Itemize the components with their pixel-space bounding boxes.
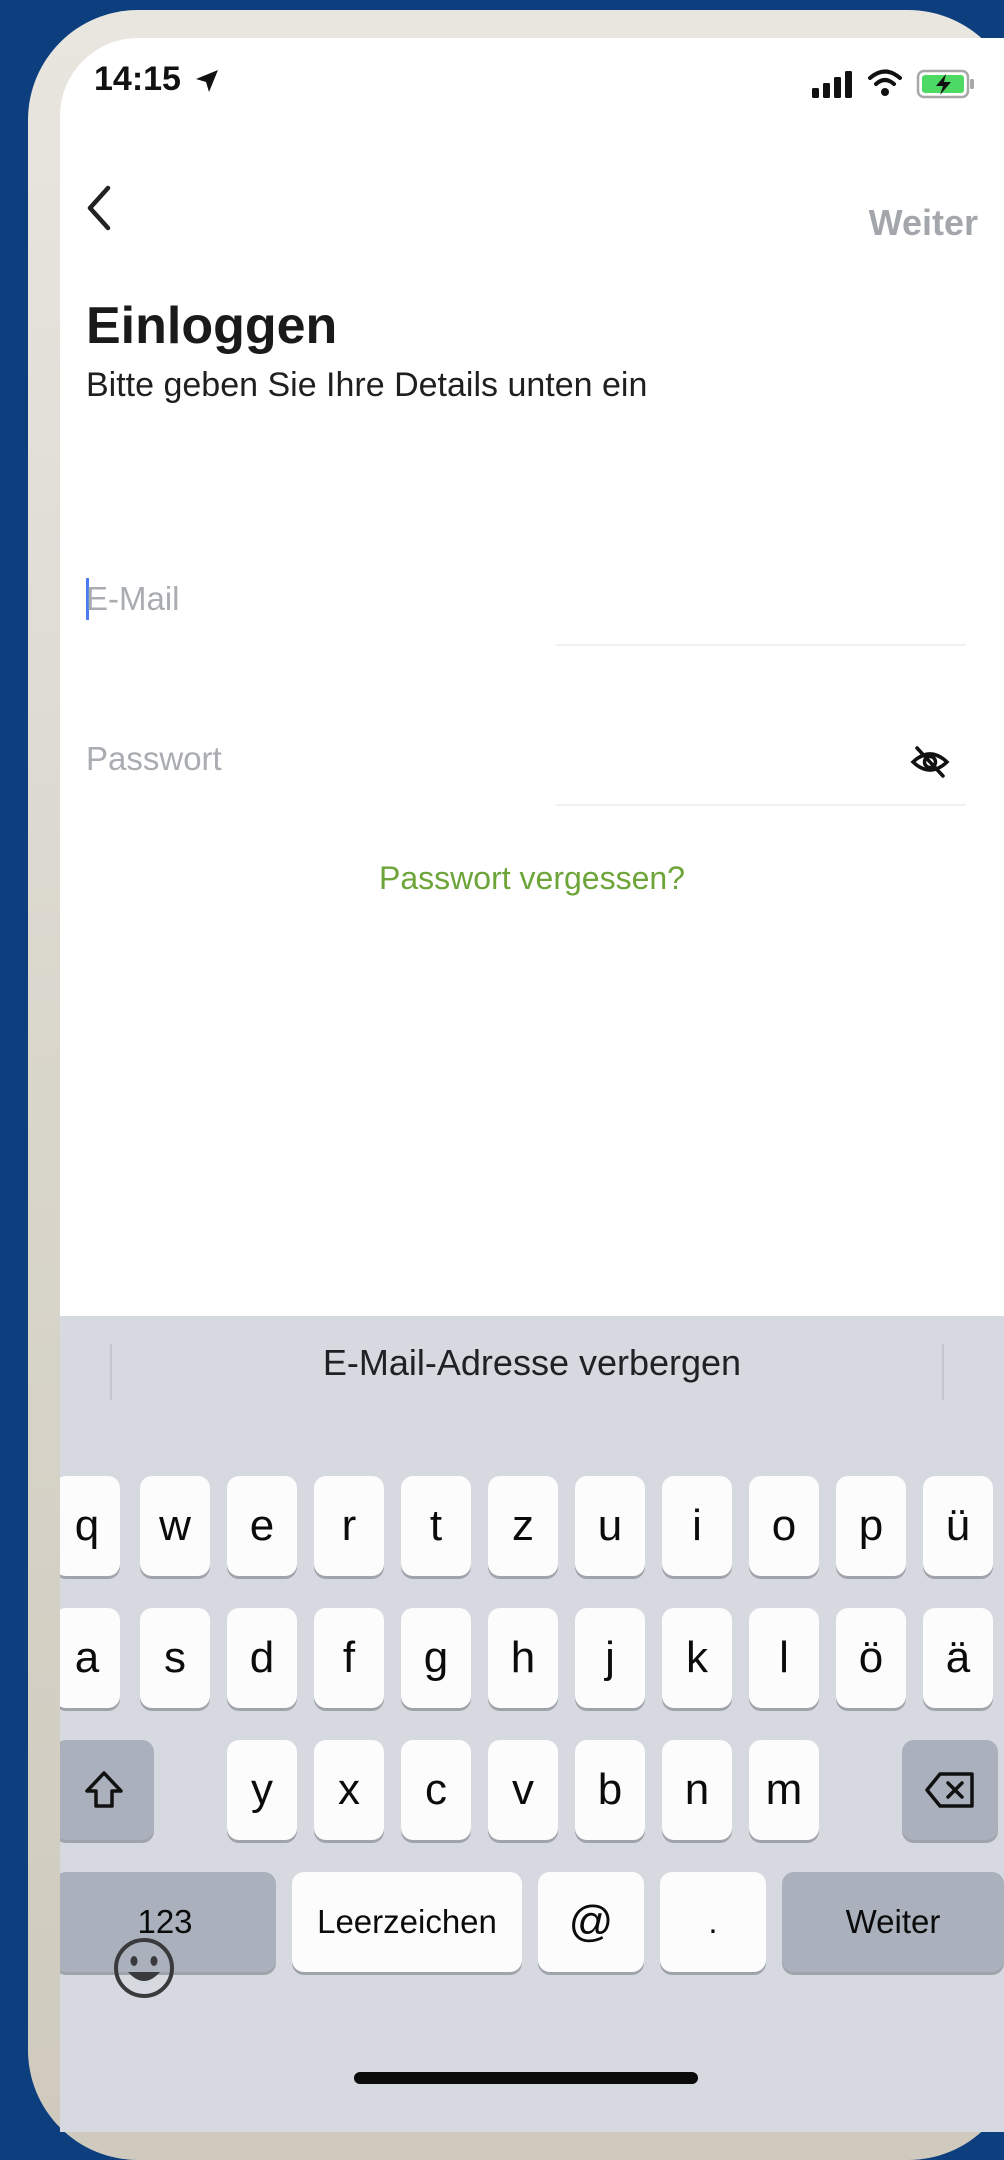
status-bar: 14:15 [60, 38, 1004, 128]
keyboard: E-Mail-Adresse verbergen q w e r t z u i… [60, 1316, 1004, 2132]
key-f[interactable]: f [314, 1608, 384, 1708]
key-d[interactable]: d [227, 1608, 297, 1708]
key-e[interactable]: e [227, 1476, 297, 1576]
delete-backspace-icon [925, 1772, 974, 1808]
key-i[interactable]: i [662, 1476, 732, 1576]
key-w[interactable]: w [140, 1476, 210, 1576]
key-g[interactable]: g [401, 1608, 471, 1708]
key-q[interactable]: q [60, 1476, 120, 1576]
key-m[interactable]: m [749, 1740, 819, 1840]
key-y[interactable]: y [227, 1740, 297, 1840]
key-j[interactable]: j [575, 1608, 645, 1708]
chevron-left-icon[interactable] [80, 178, 116, 238]
keyboard-suggestion[interactable]: E-Mail-Adresse verbergen [60, 1342, 1004, 1384]
page-title: Einloggen [86, 297, 338, 355]
shift-arrow-icon [85, 1771, 123, 1808]
key-p[interactable]: p [836, 1476, 906, 1576]
shift-key[interactable] [60, 1740, 154, 1840]
next-button[interactable]: Weiter [869, 202, 978, 244]
dot-key[interactable]: . [660, 1872, 766, 1972]
return-key[interactable]: Weiter [782, 1872, 1004, 1972]
key-n[interactable]: n [662, 1740, 732, 1840]
key-oe[interactable]: ö [836, 1608, 906, 1708]
wifi-icon [868, 69, 902, 96]
key-k[interactable]: k [662, 1608, 732, 1708]
key-u[interactable]: u [575, 1476, 645, 1576]
cellular-signal-icon [812, 71, 852, 98]
eye-slash-icon[interactable] [910, 744, 950, 780]
location-arrow-icon [196, 70, 218, 92]
key-v[interactable]: v [488, 1740, 558, 1840]
key-l[interactable]: l [749, 1608, 819, 1708]
email-field[interactable]: E-Mail [86, 556, 966, 646]
key-c[interactable]: c [401, 1740, 471, 1840]
key-ue[interactable]: ü [923, 1476, 993, 1576]
key-ae[interactable]: ä [923, 1608, 993, 1708]
key-s[interactable]: s [140, 1608, 210, 1708]
password-field[interactable]: Passwort [86, 716, 966, 806]
password-placeholder: Passwort [86, 740, 222, 777]
forgot-password-link[interactable]: Passwort vergessen? [60, 860, 1004, 897]
key-h[interactable]: h [488, 1608, 558, 1708]
key-x[interactable]: x [314, 1740, 384, 1840]
key-a[interactable]: a [60, 1608, 120, 1708]
delete-key[interactable] [902, 1740, 998, 1840]
at-key[interactable]: @ [538, 1872, 644, 1972]
battery-charging-icon [916, 69, 974, 99]
emoji-smiley-icon[interactable] [112, 1936, 176, 2000]
space-key[interactable]: Leerzeichen [292, 1872, 522, 1972]
key-z[interactable]: z [488, 1476, 558, 1576]
app-screen: 14:15 Weiter Einloggen Bitte geben Sie I… [60, 38, 1004, 2132]
key-o[interactable]: o [749, 1476, 819, 1576]
password-underline [556, 804, 966, 806]
suggestion-divider [942, 1344, 944, 1400]
key-b[interactable]: b [575, 1740, 645, 1840]
status-time: 14:15 [94, 60, 181, 98]
email-placeholder: E-Mail [86, 580, 180, 617]
home-indicator[interactable] [354, 2072, 698, 2084]
key-r[interactable]: r [314, 1476, 384, 1576]
key-t[interactable]: t [401, 1476, 471, 1576]
page-subtitle: Bitte geben Sie Ihre Details unten ein [86, 366, 648, 404]
email-underline [556, 644, 966, 646]
